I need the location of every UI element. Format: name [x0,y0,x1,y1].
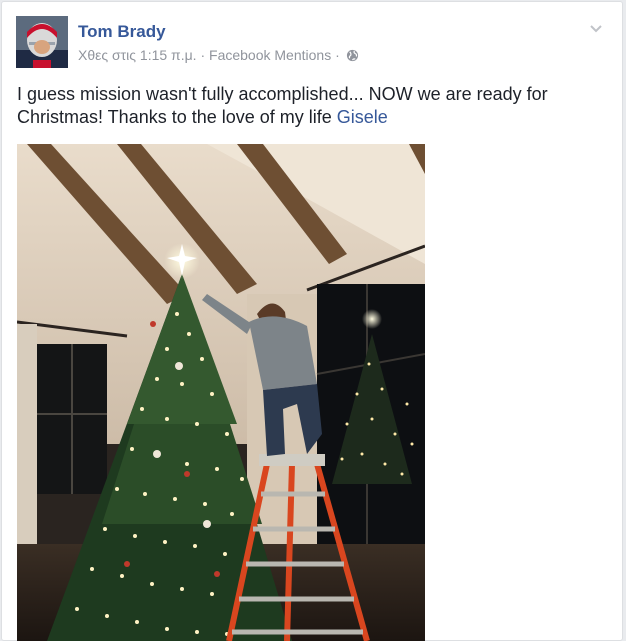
post-text: I guess mission wasn't fully accomplishe… [17,83,577,129]
post-meta: Χθες στις 1:15 π.μ. · Facebook Mentions … [78,47,359,65]
meta-separator: · [196,47,210,63]
chevron-down-icon[interactable] [588,20,604,36]
avatar[interactable] [16,16,68,68]
author-name[interactable]: Tom Brady [78,22,166,42]
post-photo[interactable] [17,144,425,641]
post-body-text: I guess mission wasn't fully accomplishe… [17,84,548,127]
post-card: Tom Brady Χθες στις 1:15 π.μ. · Facebook… [1,1,623,641]
tagged-person-link[interactable]: Gisele [337,107,388,127]
timestamp-link[interactable]: Χθες στις 1:15 π.μ. [78,47,197,63]
source-link[interactable]: Facebook Mentions [209,47,331,63]
globe-icon[interactable] [346,49,359,65]
meta-separator: · [331,47,344,63]
